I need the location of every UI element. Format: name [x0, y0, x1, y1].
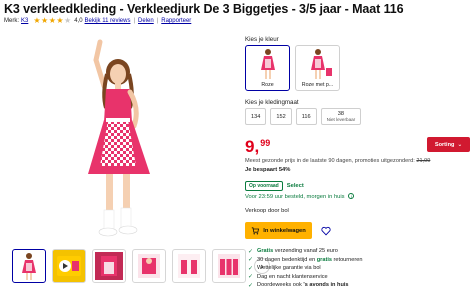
thumbnail-video[interactable] — [52, 249, 86, 283]
usp-text: verzending vanaf 25 euro — [273, 248, 338, 255]
package-icon — [178, 254, 200, 278]
price: 9, 99 — [245, 137, 270, 157]
checkmark-icon: ✓ — [248, 274, 254, 281]
dress-detail-icon — [95, 252, 123, 280]
package-icon — [218, 254, 240, 278]
usp-text: Dag en nacht klantenservice — [257, 273, 328, 280]
color-selector: Roze Roze met p... — [245, 45, 340, 91]
checkmark-icon: ✓ — [248, 282, 254, 289]
size-option-unavailable: Niet leverbaar — [326, 116, 356, 122]
size-option-38[interactable]: 38 Niet leverbaar — [320, 108, 362, 125]
dress-thumb-icon — [22, 253, 36, 280]
color-swatch-image — [311, 49, 332, 79]
stock-row: Op voorraad Select — [245, 181, 304, 191]
previous-price-text: Meest gezonde prijs in de laatste 90 dag… — [245, 158, 415, 164]
usp-highlight: Gratis — [257, 248, 274, 255]
checkmark-icon: ✓ — [248, 248, 254, 255]
package-icon — [138, 254, 160, 278]
price-cents: 99 — [260, 138, 271, 148]
savings-text: Je bespaart 54% — [245, 167, 291, 173]
cart-icon — [252, 226, 260, 235]
rating-stars: ★ ★ ★ ★ ★ — [33, 17, 71, 25]
size-option-116[interactable]: 116 — [295, 108, 317, 125]
brand-prefix: Merk: — [4, 18, 19, 24]
star-icon: ★ — [56, 16, 64, 25]
thumbnail-dress-front[interactable] — [12, 249, 46, 283]
select-badge: Select — [286, 183, 304, 189]
usp-item: ✓ 30 dagen bedenktijd en gratis retourner… — [248, 256, 362, 265]
divider: | — [133, 18, 136, 24]
star-empty-icon: ★ — [64, 16, 72, 25]
color-selector-label: Kies je kleur — [245, 36, 279, 43]
thumbnail-pack-2[interactable] — [172, 249, 206, 283]
share-link[interactable]: Delen — [138, 18, 154, 24]
usp-item: ✓ Gratis verzending vanaf 25 euro — [248, 247, 362, 256]
thumbnail-pack-3[interactable] — [212, 249, 246, 283]
usp-highlight: gratis — [316, 256, 332, 263]
previous-price-note: Meest gezonde prijs in de laatste 90 dag… — [245, 158, 430, 164]
report-link[interactable]: Rapporteer — [161, 18, 191, 24]
usp-text-bold: 's avonds in huis — [303, 282, 349, 289]
usp-item: ✓ Doordeweeks ook 's avonds in huis — [248, 281, 362, 290]
size-option-152[interactable]: 152 — [270, 108, 292, 125]
product-title: K3 verkleedkleding - Verkleedjurk De 3 B… — [4, 2, 404, 16]
usp-text: 30 dagen bedenktijd en — [257, 256, 317, 263]
thumbnail-strip: › — [12, 249, 270, 283]
usp-item: ✓ Dag en nacht klantenservice — [248, 273, 362, 282]
usp-list: ✓ Gratis verzending vanaf 25 euro ✓ 30 dag… — [248, 247, 362, 290]
stock-badge: Op voorraad — [245, 181, 283, 191]
brand-link[interactable]: K3 — [21, 18, 28, 24]
color-swatch-image — [261, 49, 275, 79]
usp-text: Wettelijke garantie via bol — [257, 265, 321, 272]
star-icon: ★ — [48, 16, 56, 25]
product-meta-row: Merk: K3 ★ ★ ★ ★ ★ 4,0 Bekijk 11 reviews… — [4, 17, 191, 25]
checkmark-icon: ✓ — [248, 265, 254, 272]
sorting-button-label: Sorting — [434, 141, 455, 148]
product-main-image[interactable] — [60, 34, 178, 244]
add-to-cart-button[interactable]: In winkelwagen — [245, 222, 312, 239]
info-icon[interactable]: i — [348, 193, 355, 199]
star-icon: ★ — [41, 16, 49, 25]
thumbnail-pack-1[interactable] — [132, 249, 166, 283]
color-option-roze-met-p[interactable]: Roze met p... — [295, 45, 340, 91]
seller-info: Verkoop door bol — [245, 208, 289, 214]
size-selector: 134 152 116 38 Niet leverbaar — [245, 108, 362, 125]
previous-price-value: 21,99 — [416, 158, 431, 164]
usp-text: Doordeweeks ook — [257, 282, 304, 289]
color-option-label: Roze met p... — [301, 82, 334, 88]
divider: | — [156, 18, 159, 24]
usp-item: ✓ Wettelijke garantie via bol — [248, 264, 362, 273]
checkmark-icon: ✓ — [248, 257, 254, 264]
rating-value: 4,0 — [74, 18, 83, 24]
usp-text: retourneren — [331, 256, 363, 263]
add-to-cart-label: In winkelwagen — [263, 227, 306, 234]
size-option-134[interactable]: 134 — [245, 108, 267, 125]
size-selector-label: Kies je kledingmaat — [245, 99, 299, 106]
delivery-promise: Voor 23:59 uur besteld, morgen in huis i — [245, 193, 355, 200]
color-option-roze[interactable]: Roze — [245, 45, 290, 91]
size-option-label: 134 — [251, 113, 261, 120]
star-icon: ★ — [33, 16, 41, 25]
reviews-link[interactable]: Bekijk 11 reviews — [85, 18, 131, 24]
color-option-label: Roze — [261, 82, 274, 88]
play-video-icon — [57, 256, 81, 276]
size-option-label: 152 — [276, 113, 286, 120]
price-whole: 9, — [245, 137, 260, 156]
thumbnail-detail[interactable] — [92, 249, 126, 283]
chevron-down-icon: ⌄ — [457, 141, 463, 148]
size-option-label: 116 — [301, 113, 311, 120]
heart-icon[interactable] — [321, 226, 331, 236]
sorting-button[interactable]: Sorting ⌄ — [427, 137, 470, 152]
delivery-text: Voor 23:59 uur besteld, morgen in huis — [245, 194, 345, 200]
